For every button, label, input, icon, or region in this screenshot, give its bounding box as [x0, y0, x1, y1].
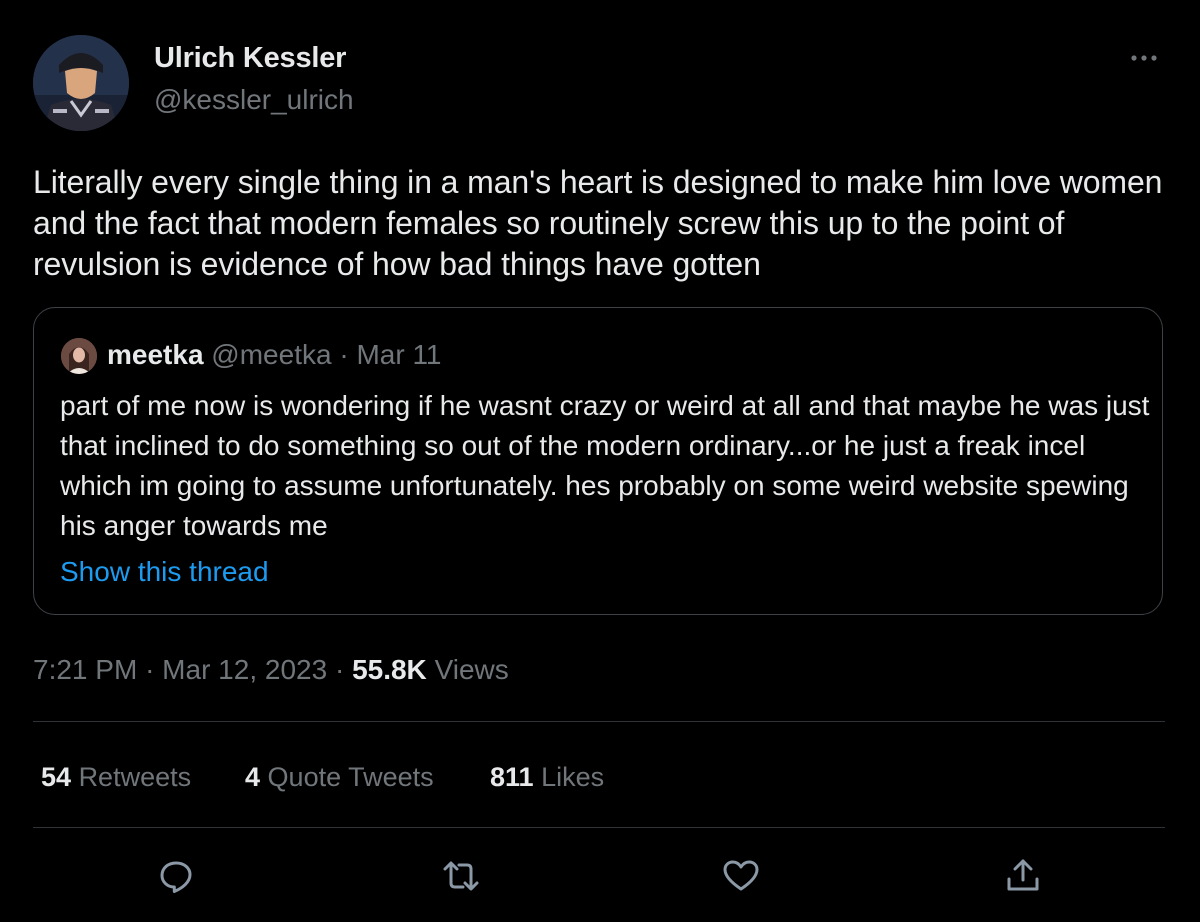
quoted-avatar-image	[61, 338, 97, 374]
tweet-text: Literally every single thing in a man's …	[33, 164, 1163, 282]
quoted-author-handle: @meetka	[211, 339, 332, 370]
author-avatar-image	[33, 35, 129, 131]
quoted-separator: ·	[339, 339, 349, 370]
show-thread-link[interactable]: Show this thread	[60, 554, 269, 590]
quote-tweets-stat[interactable]: 4 Quote Tweets	[245, 758, 434, 796]
tweet-time[interactable]: 7:21 PM	[33, 654, 137, 685]
more-icon	[1131, 55, 1157, 61]
likes-label: Likes	[541, 762, 605, 792]
quoted-date: Mar 11	[356, 339, 442, 370]
more-options-button[interactable]	[1126, 46, 1162, 70]
likes-count: 811	[490, 762, 534, 792]
retweets-label: Retweets	[78, 762, 192, 792]
like-button[interactable]	[721, 856, 761, 896]
quoted-tweet-header: meetka @meetka · Mar 11	[107, 338, 442, 372]
like-icon	[723, 860, 759, 891]
retweet-icon	[443, 861, 479, 891]
share-button[interactable]	[1003, 856, 1043, 896]
share-icon	[1007, 859, 1039, 891]
quoted-tweet[interactable]: meetka @meetka · Mar 11 part of me now i…	[33, 307, 1163, 615]
quote-tweets-label: Quote Tweets	[267, 762, 434, 792]
quote-tweets-count: 4	[245, 762, 261, 792]
tweet-meta: 7:21 PM · Mar 12, 2023 · 55.8K Views	[33, 650, 509, 690]
reply-button[interactable]	[156, 856, 196, 896]
author-handle[interactable]: @kessler_ulrich	[154, 84, 354, 116]
divider	[33, 721, 1165, 722]
meta-separator: ·	[145, 654, 155, 685]
retweets-count: 54	[41, 762, 72, 792]
quoted-author-avatar	[61, 338, 97, 374]
tweet-date[interactable]: Mar 12, 2023	[162, 654, 327, 685]
divider	[33, 827, 1165, 828]
meta-separator: ·	[334, 654, 345, 685]
likes-stat[interactable]: 811 Likes	[490, 758, 604, 796]
views-label: Views	[434, 654, 509, 685]
author-name[interactable]: Ulrich Kessler	[154, 42, 346, 75]
quoted-author-name: meetka	[107, 339, 204, 370]
retweet-button[interactable]	[441, 856, 481, 896]
views-count: 55.8K	[352, 654, 427, 685]
quoted-tweet-text: part of me now is wondering if he wasnt …	[60, 390, 1150, 541]
reply-icon	[160, 861, 192, 893]
author-avatar[interactable]	[33, 35, 129, 131]
retweets-stat[interactable]: 54 Retweets	[41, 758, 191, 796]
